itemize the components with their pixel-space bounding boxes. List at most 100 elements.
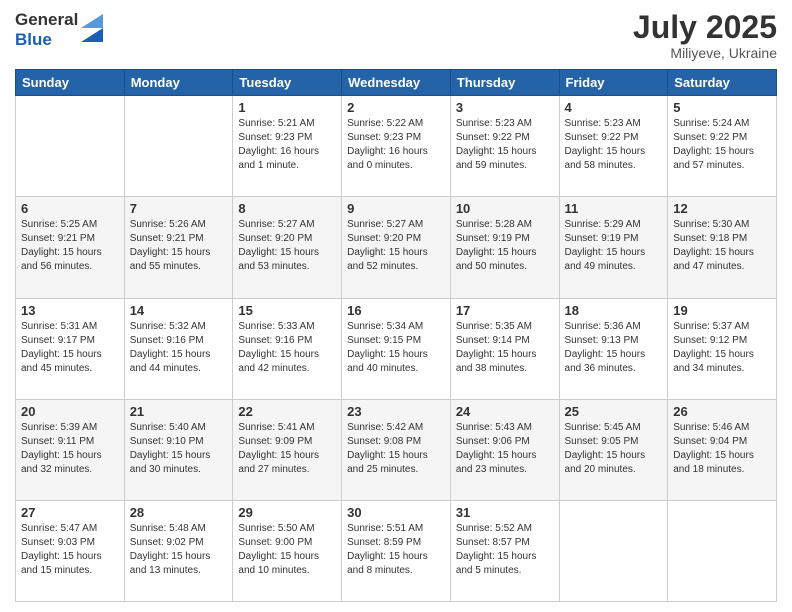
- calendar-cell: 15Sunrise: 5:33 AM Sunset: 9:16 PM Dayli…: [233, 298, 342, 399]
- day-number: 30: [347, 505, 445, 520]
- cell-info: Sunrise: 5:41 AM Sunset: 9:09 PM Dayligh…: [238, 421, 336, 477]
- cell-info: Sunrise: 5:25 AM Sunset: 9:21 PM Dayligh…: [21, 218, 119, 274]
- calendar-cell: 9Sunrise: 5:27 AM Sunset: 9:20 PM Daylig…: [342, 197, 451, 298]
- calendar-cell: 23 Sunrise: 5:42 AM Sunset: 9:08 PM Dayli…: [342, 399, 451, 500]
- cell-info: Sunrise: 5:23 AM Sunset: 9:22 PM Dayligh…: [456, 117, 554, 173]
- cell-info: Sunrise: 5:35 AM Sunset: 9:14 PM Dayligh…: [456, 320, 554, 376]
- cell-info: Sunrise: 5:32 AM Sunset: 9:16 PM Dayligh…: [130, 320, 228, 376]
- cell-info: Sunrise: 5:23 AM Sunset: 9:22 PM Dayligh…: [565, 117, 663, 173]
- cell-info: Sunrise: 5:46 AM Sunset: 9:04 PM Dayligh…: [673, 421, 771, 477]
- day-number: 1: [238, 100, 336, 115]
- cell-info: Sunrise: 5:47 AM Sunset: 9:03 PM Dayligh…: [21, 522, 119, 578]
- subtitle: Miliyeve, Ukraine: [633, 45, 777, 61]
- cell-info: Sunrise: 5:42 AM Sunset: 9:08 PM Dayligh…: [347, 421, 445, 477]
- cell-info: Sunrise: 5:27 AM Sunset: 9:20 PM Dayligh…: [238, 218, 336, 274]
- calendar-cell: 6 Sunrise: 5:25 AM Sunset: 9:21 PM Daylig…: [16, 197, 125, 298]
- day-number: 25: [565, 404, 663, 419]
- calendar-cell: 13 Sunrise: 5:31 AM Sunset: 9:17 PM Dayli…: [16, 298, 125, 399]
- calendar-cell: [559, 500, 668, 601]
- cell-info: Sunrise: 5:27 AM Sunset: 9:20 PM Dayligh…: [347, 218, 445, 274]
- calendar-cell: 8 Sunrise: 5:27 AM Sunset: 9:20 PM Daylig…: [233, 197, 342, 298]
- calendar-week-3: 13 Sunrise: 5:31 AM Sunset: 9:17 PM Dayli…: [16, 298, 777, 399]
- cell-info: Sunrise: 5:51 AM Sunset: 8:59 PM Dayligh…: [347, 522, 445, 578]
- day-number: 4: [565, 100, 663, 115]
- calendar-week-5: 27Sunrise: 5:47 AM Sunset: 9:03 PM Dayli…: [16, 500, 777, 601]
- day-number: 19: [673, 303, 771, 318]
- day-number: 21: [130, 404, 228, 419]
- day-number: 14: [130, 303, 228, 318]
- calendar-cell: 27Sunrise: 5:47 AM Sunset: 9:03 PM Dayli…: [16, 500, 125, 601]
- day-number: 6: [21, 201, 119, 216]
- day-number: 18: [565, 303, 663, 318]
- calendar-cell: 5Sunrise: 5:24 AM Sunset: 9:22 PM Daylig…: [668, 96, 777, 197]
- weekday-header-sunday: Sunday: [16, 70, 125, 96]
- weekday-header-thursday: Thursday: [450, 70, 559, 96]
- day-number: 3: [456, 100, 554, 115]
- cell-info: Sunrise: 5:21 AM Sunset: 9:23 PM Dayligh…: [238, 117, 336, 173]
- calendar-cell: 4 Sunrise: 5:23 AM Sunset: 9:22 PM Daylig…: [559, 96, 668, 197]
- day-number: 2: [347, 100, 445, 115]
- calendar-cell: 21 Sunrise: 5:40 AM Sunset: 9:10 PM Dayli…: [124, 399, 233, 500]
- cell-info: Sunrise: 5:26 AM Sunset: 9:21 PM Dayligh…: [130, 218, 228, 274]
- cell-info: Sunrise: 5:36 AM Sunset: 9:13 PM Dayligh…: [565, 320, 663, 376]
- day-number: 8: [238, 201, 336, 216]
- calendar-cell: 26 Sunrise: 5:46 AM Sunset: 9:04 PM Dayli…: [668, 399, 777, 500]
- page-header: General Blue July 2025 Miliyeve, Ukraine: [15, 10, 777, 61]
- cell-info: Sunrise: 5:48 AM Sunset: 9:02 PM Dayligh…: [130, 522, 228, 578]
- calendar-week-1: 1 Sunrise: 5:21 AM Sunset: 9:23 PM Daylig…: [16, 96, 777, 197]
- calendar-cell: 31 Sunrise: 5:52 AM Sunset: 8:57 PM Dayli…: [450, 500, 559, 601]
- cell-info: Sunrise: 5:50 AM Sunset: 9:00 PM Dayligh…: [238, 522, 336, 578]
- weekday-header-friday: Friday: [559, 70, 668, 96]
- day-number: 7: [130, 201, 228, 216]
- calendar-cell: 11Sunrise: 5:29 AM Sunset: 9:19 PM Dayli…: [559, 197, 668, 298]
- calendar-cell: [16, 96, 125, 197]
- title-block: July 2025 Miliyeve, Ukraine: [633, 10, 777, 61]
- day-number: 29: [238, 505, 336, 520]
- calendar-cell: 3 Sunrise: 5:23 AM Sunset: 9:22 PM Daylig…: [450, 96, 559, 197]
- calendar-cell: 7 Sunrise: 5:26 AM Sunset: 9:21 PM Daylig…: [124, 197, 233, 298]
- calendar-cell: 30 Sunrise: 5:51 AM Sunset: 8:59 PM Dayli…: [342, 500, 451, 601]
- main-title: July 2025: [633, 10, 777, 45]
- cell-info: Sunrise: 5:22 AM Sunset: 9:23 PM Dayligh…: [347, 117, 445, 173]
- calendar-cell: 28 Sunrise: 5:48 AM Sunset: 9:02 PM Dayli…: [124, 500, 233, 601]
- calendar-cell: [668, 500, 777, 601]
- cell-info: Sunrise: 5:30 AM Sunset: 9:18 PM Dayligh…: [673, 218, 771, 274]
- weekday-header-row: SundayMondayTuesdayWednesdayThursdayFrid…: [16, 70, 777, 96]
- calendar-cell: 14 Sunrise: 5:32 AM Sunset: 9:16 PM Dayli…: [124, 298, 233, 399]
- day-number: 20: [21, 404, 119, 419]
- cell-info: Sunrise: 5:39 AM Sunset: 9:11 PM Dayligh…: [21, 421, 119, 477]
- calendar-cell: 10Sunrise: 5:28 AM Sunset: 9:19 PM Dayli…: [450, 197, 559, 298]
- day-number: 12: [673, 201, 771, 216]
- day-number: 23: [347, 404, 445, 419]
- day-number: 24: [456, 404, 554, 419]
- calendar-cell: 24 Sunrise: 5:43 AM Sunset: 9:06 PM Dayli…: [450, 399, 559, 500]
- calendar-cell: 22 Sunrise: 5:41 AM Sunset: 9:09 PM Dayli…: [233, 399, 342, 500]
- calendar-cell: 19 Sunrise: 5:37 AM Sunset: 9:12 PM Dayli…: [668, 298, 777, 399]
- calendar-cell: 2 Sunrise: 5:22 AM Sunset: 9:23 PM Daylig…: [342, 96, 451, 197]
- day-number: 26: [673, 404, 771, 419]
- day-number: 22: [238, 404, 336, 419]
- cell-info: Sunrise: 5:31 AM Sunset: 9:17 PM Dayligh…: [21, 320, 119, 376]
- cell-info: Sunrise: 5:45 AM Sunset: 9:05 PM Dayligh…: [565, 421, 663, 477]
- day-number: 16: [347, 303, 445, 318]
- day-number: 28: [130, 505, 228, 520]
- calendar-cell: 12 Sunrise: 5:30 AM Sunset: 9:18 PM Dayli…: [668, 197, 777, 298]
- day-number: 31: [456, 505, 554, 520]
- logo-general: General: [15, 10, 78, 30]
- weekday-header-saturday: Saturday: [668, 70, 777, 96]
- day-number: 13: [21, 303, 119, 318]
- calendar-week-4: 20 Sunrise: 5:39 AM Sunset: 9:11 PM Dayli…: [16, 399, 777, 500]
- cell-info: Sunrise: 5:52 AM Sunset: 8:57 PM Dayligh…: [456, 522, 554, 578]
- logo-icon: [81, 14, 103, 42]
- cell-info: Sunrise: 5:37 AM Sunset: 9:12 PM Dayligh…: [673, 320, 771, 376]
- calendar-cell: 16Sunrise: 5:34 AM Sunset: 9:15 PM Dayli…: [342, 298, 451, 399]
- calendar-cell: 1 Sunrise: 5:21 AM Sunset: 9:23 PM Daylig…: [233, 96, 342, 197]
- calendar: SundayMondayTuesdayWednesdayThursdayFrid…: [15, 69, 777, 602]
- calendar-cell: 17Sunrise: 5:35 AM Sunset: 9:14 PM Dayli…: [450, 298, 559, 399]
- cell-info: Sunrise: 5:43 AM Sunset: 9:06 PM Dayligh…: [456, 421, 554, 477]
- cell-info: Sunrise: 5:28 AM Sunset: 9:19 PM Dayligh…: [456, 218, 554, 274]
- cell-info: Sunrise: 5:24 AM Sunset: 9:22 PM Dayligh…: [673, 117, 771, 173]
- weekday-header-tuesday: Tuesday: [233, 70, 342, 96]
- calendar-cell: 18 Sunrise: 5:36 AM Sunset: 9:13 PM Dayli…: [559, 298, 668, 399]
- cell-info: Sunrise: 5:40 AM Sunset: 9:10 PM Dayligh…: [130, 421, 228, 477]
